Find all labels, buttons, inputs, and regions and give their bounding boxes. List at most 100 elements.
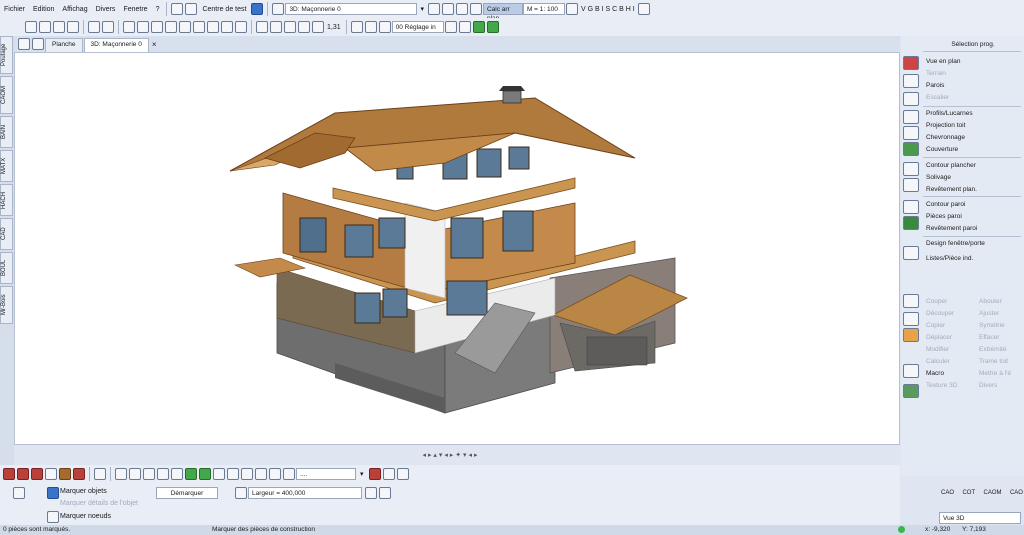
left-tab[interactable]: BAIN <box>0 116 13 148</box>
snap-icon[interactable] <box>185 3 198 15</box>
menu-vue-en-plan[interactable]: Vue en plan <box>926 58 960 65</box>
menu-profils[interactable]: Profils/Lucarnes <box>926 110 973 117</box>
cmd-couper[interactable]: Couper <box>926 298 947 305</box>
house-red-icon[interactable] <box>3 468 15 480</box>
menu-projection-toit[interactable]: Projection toit <box>926 122 965 129</box>
pan-icon[interactable] <box>165 21 177 33</box>
pencil2-icon[interactable] <box>269 468 281 480</box>
menu-help[interactable]: ? <box>152 6 164 13</box>
script2-icon[interactable] <box>486 21 499 33</box>
tab-3d-maconnerie[interactable]: 3D: Maçonnerie 0 <box>83 38 149 52</box>
texture-3d-icon[interactable] <box>903 384 919 398</box>
filter-input[interactable]: .... <box>296 468 356 480</box>
tab-planche[interactable]: Planche <box>45 38 83 52</box>
script-icon[interactable] <box>472 21 485 33</box>
cmd-divers[interactable]: Divers <box>979 382 997 389</box>
redo-icon[interactable] <box>67 21 79 33</box>
refresh-icon[interactable] <box>251 3 264 15</box>
wall-contour-icon[interactable] <box>903 200 919 214</box>
copy-icon[interactable] <box>283 468 295 480</box>
camera2-icon[interactable] <box>227 468 239 480</box>
house-red2-icon[interactable] <box>17 468 29 480</box>
option-mark-objects[interactable]: Marquer objets <box>60 488 107 495</box>
window-icon[interactable] <box>18 38 30 50</box>
house-outline-icon[interactable] <box>45 468 57 480</box>
menu-parois[interactable]: Parois <box>926 82 944 89</box>
menu-fenetre[interactable]: Fenetre <box>119 6 151 13</box>
menu-chevronnage[interactable]: Chevronnage <box>926 134 965 141</box>
tab-cao-2[interactable]: CAO <box>1010 490 1023 496</box>
undo-icon[interactable] <box>53 21 65 33</box>
cmd-symetrie[interactable]: Symétrie <box>979 322 1005 329</box>
menu-pieces-paroi[interactable]: Pièces paroi <box>926 213 962 220</box>
menu-contour-paroi[interactable]: Contour paroi <box>926 201 965 208</box>
calc-button[interactable]: Calc arr plan <box>482 3 523 22</box>
arrow-icon[interactable]: ▾ <box>356 470 368 478</box>
cube3-icon[interactable] <box>143 468 155 480</box>
roof-icon[interactable] <box>235 21 247 33</box>
menu-escalier[interactable]: Escalier <box>926 94 949 101</box>
nodes-icon[interactable] <box>47 511 59 523</box>
option-mark-nodes[interactable]: Marquer noeuds <box>60 513 111 520</box>
house-red3-icon[interactable] <box>31 468 43 480</box>
dropdown-arrow-icon[interactable]: ▾ <box>417 5 427 13</box>
lists-icon[interactable] <box>903 246 919 260</box>
menu-affichage[interactable]: Affichag <box>58 6 91 13</box>
close-icon[interactable] <box>396 468 409 480</box>
layer-icon[interactable] <box>364 21 377 33</box>
cube2-icon[interactable] <box>129 468 141 480</box>
edit-tool-icon[interactable] <box>903 328 919 342</box>
menu-contour-plancher[interactable]: Contour plancher <box>926 162 976 169</box>
building-icon[interactable] <box>221 21 233 33</box>
macro-icon[interactable] <box>903 364 919 378</box>
select-area-icon[interactable] <box>102 21 114 33</box>
menu-couverture[interactable]: Couverture <box>926 146 958 153</box>
wood-icon[interactable] <box>59 468 71 480</box>
cmd-extremite[interactable]: Extrémité <box>979 346 1006 353</box>
orbit-icon[interactable] <box>193 21 205 33</box>
eye-icon[interactable] <box>256 21 268 33</box>
cmd-macro[interactable]: Macro <box>926 370 944 377</box>
left-tab[interactable]: HACH <box>0 184 13 216</box>
cmd-ajuster[interactable]: Ajuster <box>979 310 999 317</box>
stairs-icon[interactable] <box>903 92 919 106</box>
format-letters[interactable]: V G B I S C B H I <box>579 6 637 13</box>
cmd-deplacer[interactable]: Déplacer <box>926 334 952 341</box>
rotate-icon[interactable] <box>39 21 51 33</box>
left-tab[interactable]: CAD <box>0 218 13 250</box>
grid-icon[interactable] <box>444 21 457 33</box>
cube-icon[interactable] <box>115 468 127 480</box>
cube4-icon[interactable] <box>157 468 169 480</box>
menu-revetement-paroi[interactable]: Revêtement paroi <box>926 225 977 232</box>
text-color-icon[interactable] <box>637 3 650 15</box>
scale-field[interactable]: M = 1: 100 <box>522 3 565 15</box>
cmd-copier[interactable]: Copier <box>926 322 945 329</box>
tile-icon[interactable] <box>32 38 44 50</box>
menu-divers[interactable]: Divers <box>92 6 120 13</box>
cmd-trame-toit[interactable]: Trame toit <box>979 358 1008 365</box>
home-icon[interactable] <box>455 3 468 15</box>
left-tab[interactable]: MATX <box>0 150 13 182</box>
camera-icon[interactable] <box>213 468 225 480</box>
print-icon[interactable] <box>88 21 100 33</box>
line-style-icon[interactable] <box>298 21 310 33</box>
cube-green-icon[interactable] <box>185 468 197 480</box>
menu-listes[interactable]: Listes/Pièce ind. <box>926 255 973 262</box>
close-tab-icon[interactable]: × <box>150 40 159 49</box>
stepper-icon[interactable] <box>565 3 578 15</box>
grid-small-icon[interactable] <box>382 468 395 480</box>
view-field[interactable]: Vue 3D <box>939 512 1021 524</box>
menu-terrain[interactable]: Terrain <box>926 70 946 77</box>
move-icon[interactable] <box>179 21 191 33</box>
tab-caom[interactable]: CAOM <box>984 490 1002 496</box>
measure-icon[interactable] <box>207 21 219 33</box>
cmd-mettre-a-echelle[interactable]: Mettre à l'é <box>979 370 1011 377</box>
zoom-in-icon[interactable] <box>123 21 135 33</box>
mark-objects-icon[interactable] <box>47 487 59 499</box>
select-mode-icon[interactable] <box>13 487 25 499</box>
house-marker-icon[interactable] <box>368 468 381 480</box>
cmd-effacer[interactable]: Effacer <box>979 334 999 341</box>
apply-icon[interactable] <box>365 487 377 499</box>
floor-icon[interactable] <box>469 3 482 15</box>
cmd-abouter[interactable]: Abouter <box>979 298 1002 305</box>
